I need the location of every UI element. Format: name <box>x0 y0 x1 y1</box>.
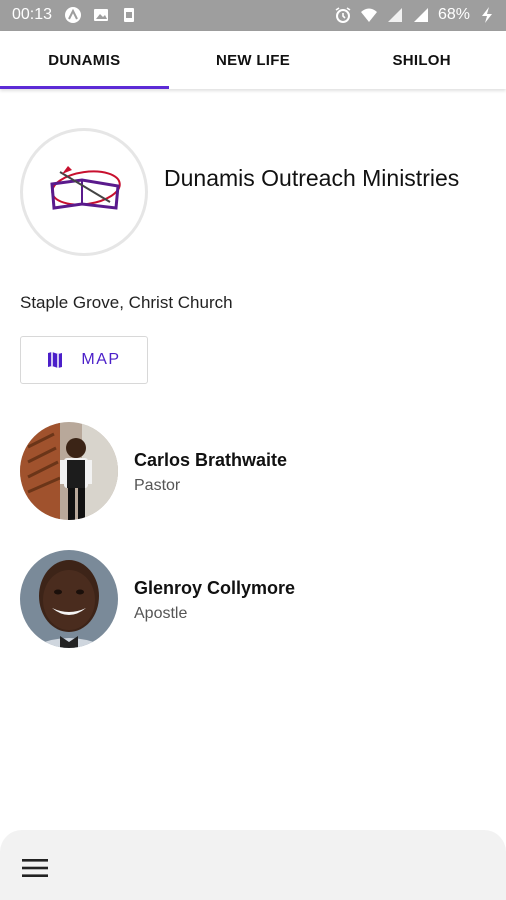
sim-notification-icon <box>124 8 134 22</box>
map-button-label: MAP <box>81 351 121 368</box>
status-bar: 00:13 68% <box>0 0 506 31</box>
charging-icon <box>482 7 492 23</box>
status-right: 68% <box>334 6 496 24</box>
notification-icons <box>64 6 138 24</box>
tab-label: DUNAMIS <box>48 51 121 69</box>
image-notification-icon <box>94 9 108 21</box>
church-logo <box>20 128 148 256</box>
tab-dunamis[interactable]: DUNAMIS <box>0 31 169 89</box>
church-name: Dunamis Outreach Ministries <box>164 165 460 191</box>
alarm-icon <box>335 7 351 23</box>
tab-label: NEW LIFE <box>215 51 291 69</box>
avatar <box>20 550 118 648</box>
map-icon <box>48 352 63 368</box>
person-item[interactable]: Glenroy Collymore Apostle <box>20 550 480 650</box>
hamburger-menu-icon[interactable] <box>22 858 48 878</box>
person-role: Pastor <box>134 477 181 494</box>
church-location: Staple Grove, Christ Church <box>20 293 233 312</box>
person-role: Apostle <box>134 605 188 622</box>
signal-icon-2 <box>413 8 428 22</box>
map-button[interactable]: MAP <box>20 336 148 384</box>
wifi-icon <box>360 8 377 22</box>
person-name: Glenroy Collymore <box>134 578 296 598</box>
status-time: 00:13 <box>12 6 53 23</box>
battery-percent: 68% <box>437 6 470 23</box>
tab-bar: DUNAMIS NEW LIFE SHILOH <box>0 31 506 89</box>
app-notification-icon <box>65 7 81 23</box>
tab-label: SHILOH <box>392 51 451 69</box>
person-item[interactable]: Carlos Brathwaite Pastor <box>20 422 480 522</box>
tab-shiloh[interactable]: SHILOH <box>337 31 506 89</box>
tab-new-life[interactable]: NEW LIFE <box>169 31 338 89</box>
bible-logo-icon <box>50 166 121 210</box>
signal-icon <box>387 8 402 22</box>
person-name: Carlos Brathwaite <box>134 450 288 470</box>
bottom-bar <box>0 830 506 900</box>
avatar <box>20 422 118 520</box>
